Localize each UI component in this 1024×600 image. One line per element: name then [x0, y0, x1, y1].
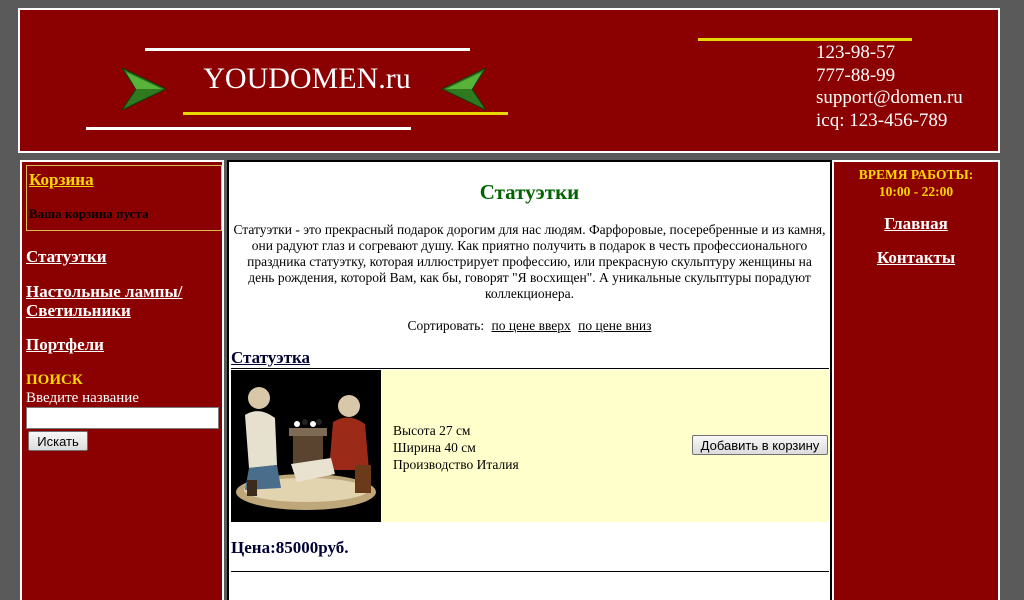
working-hours: ВРЕМЯ РАБОТЫ: 10:00 - 22:00: [834, 166, 998, 200]
support-email: support@domen.ru: [816, 87, 963, 108]
sidebar-item-lights[interactable]: Светильники: [26, 301, 131, 320]
contact-info: 123-98-57 777-88-99 support@domen.ru icq…: [816, 42, 963, 132]
product-image[interactable]: [231, 370, 381, 522]
hours-value: 10:00 - 22:00: [878, 184, 954, 199]
spec-origin: Производство Италия: [393, 457, 519, 472]
sidebar-item-statuettes[interactable]: Статуэтки: [26, 247, 107, 266]
product-title-link[interactable]: Статуэтка: [231, 348, 310, 368]
sort-price-asc-link[interactable]: по цене вверх: [491, 318, 570, 333]
right-sidebar: ВРЕМЯ РАБОТЫ: 10:00 - 22:00 Главная Конт…: [832, 160, 1000, 600]
cart-status: Ваша корзина пуста: [29, 206, 149, 221]
page-title: Статуэтки: [479, 180, 580, 204]
decor-line: [86, 127, 411, 130]
sidebar-item-briefcases[interactable]: Портфели: [26, 335, 104, 354]
divider: [231, 368, 829, 369]
cart-link[interactable]: Корзина: [29, 170, 94, 190]
nav-contacts-link[interactable]: Контакты: [834, 248, 998, 268]
product-row: Высота 27 см Ширина 40 см Производство И…: [231, 370, 829, 522]
sort-bar: Сортировать: по цене вверх по цене вниз: [229, 318, 830, 334]
add-to-cart-button[interactable]: Добавить в корзину: [692, 435, 828, 455]
sort-price-desc-link[interactable]: по цене вниз: [578, 318, 651, 333]
sort-label: Сортировать:: [407, 318, 485, 333]
main-content: Статуэтки Статуэтки - это прекрасный под…: [227, 160, 832, 600]
search-heading: ПОИСК: [26, 372, 83, 388]
left-sidebar: Корзина Ваша корзина пуста Статуэтки Нас…: [20, 160, 224, 600]
hours-label: ВРЕМЯ РАБОТЫ:: [858, 167, 974, 182]
phone-1: 123-98-57: [816, 42, 896, 63]
divider: [231, 571, 829, 572]
intro-text: Статуэтки - это прекрасный подарок дорог…: [233, 222, 826, 301]
decor-line: [183, 112, 508, 115]
header-banner: YOUDOMEN.ru 123-98-57 777-88-99 support@…: [18, 8, 1000, 153]
icq-number: icq: 123-456-789: [816, 109, 948, 131]
sidebar-item-lamps[interactable]: Настольные лампы/: [26, 282, 182, 301]
arrow-right-icon: [122, 68, 166, 110]
spec-height: Высота 27 см: [393, 423, 471, 438]
phone-2: 777-88-99: [816, 64, 896, 86]
decor-line: [145, 48, 470, 51]
product-specs: Высота 27 см Ширина 40 см Производство И…: [393, 422, 519, 473]
search-hint: Введите название: [26, 390, 139, 406]
arrow-left-icon: [442, 68, 486, 110]
nav-home-link[interactable]: Главная: [834, 214, 998, 234]
search-button[interactable]: Искать: [28, 431, 88, 451]
search-input[interactable]: [26, 407, 219, 429]
site-logo: YOUDOMEN.ru: [203, 62, 411, 95]
cart-box: Корзина Ваша корзина пуста: [26, 165, 222, 231]
decor-line: [698, 38, 912, 41]
spec-width: Ширина 40 см: [393, 440, 476, 455]
product-price: Цена:85000руб.: [231, 538, 349, 557]
